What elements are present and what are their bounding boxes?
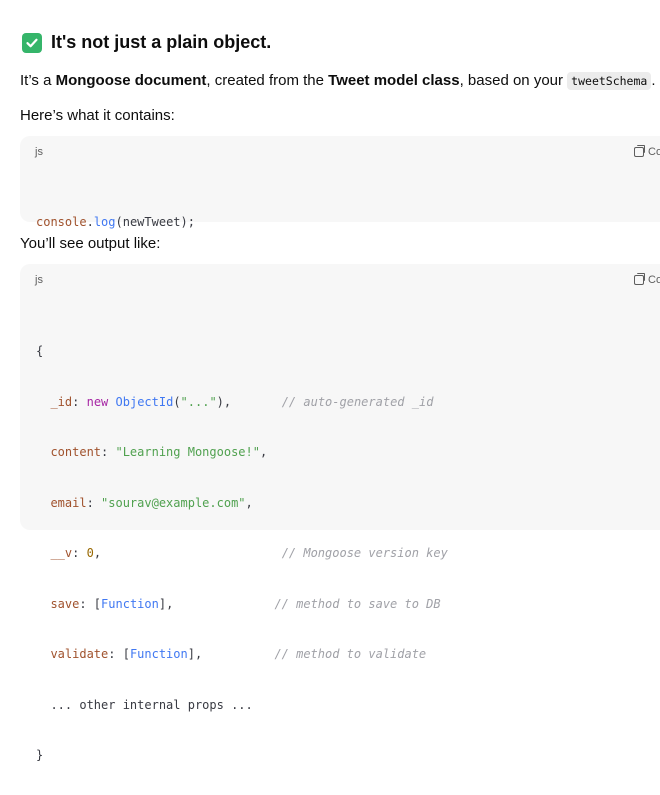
- code-line: console.log(newTweet);: [36, 215, 195, 229]
- copy-label: Co: [648, 146, 660, 158]
- inline-code-schema: tweetSchema: [567, 72, 652, 90]
- intro-paragraph: It’s a Mongoose document, created from t…: [20, 72, 656, 90]
- code-line: {: [36, 344, 44, 358]
- section-heading: It's not just a plain object.: [22, 32, 271, 53]
- code-content: { _id: new ObjectId("..."), // auto-gene…: [36, 312, 448, 795]
- code-language-label: js: [35, 146, 43, 158]
- intro-bold-model: Tweet model class: [328, 72, 460, 89]
- copy-icon: [634, 273, 645, 285]
- copy-code-button[interactable]: Co: [634, 145, 660, 158]
- heading-text: It's not just a plain object.: [51, 32, 272, 52]
- intro-text: .: [651, 72, 656, 89]
- code-language-label: js: [35, 274, 43, 286]
- code-block-console-log: js Co console.log(newTweet);: [20, 136, 660, 229]
- output-paragraph: You’ll see output like:: [20, 235, 161, 252]
- code-line: email: "sourav@example.com",: [50, 495, 253, 510]
- code-block-output: js Co { _id: new ObjectId("..."), // aut…: [20, 264, 660, 762]
- intro-text: , based on your: [459, 72, 568, 89]
- intro-text: , created from the: [206, 72, 329, 89]
- code-line: }: [36, 748, 44, 762]
- contains-paragraph: Here’s what it contains:: [20, 107, 175, 124]
- code-line: _id: new ObjectId("..."), // auto-genera…: [50, 394, 434, 409]
- code-line: validate: [Function], // method to valid…: [50, 647, 427, 661]
- check-mark-icon: [22, 32, 42, 53]
- code-line: save: [Function], // method to save to D…: [50, 596, 441, 611]
- code-line: content: "Learning Mongoose!",: [50, 445, 268, 459]
- code-line: ... other internal props ...: [36, 697, 253, 712]
- intro-text: It’s a: [20, 72, 56, 89]
- copy-label: Co: [648, 274, 660, 286]
- copy-icon: [634, 145, 645, 157]
- code-line: __v: 0, // Mongoose version key: [50, 546, 448, 560]
- copy-code-button[interactable]: Co: [634, 273, 660, 286]
- intro-bold-document: Mongoose document: [55, 72, 207, 89]
